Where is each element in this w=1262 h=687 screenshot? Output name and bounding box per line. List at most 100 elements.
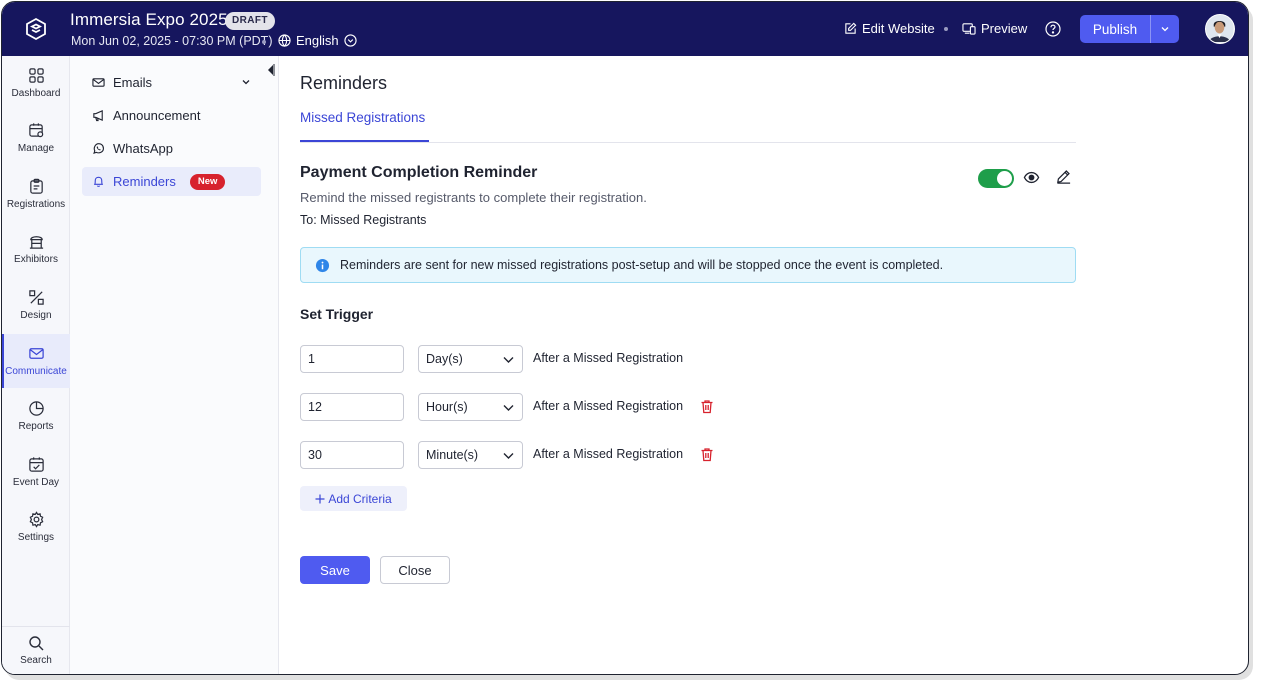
nav-label: Reports (18, 421, 54, 432)
nav-manage[interactable]: Manage (2, 111, 70, 165)
event-date: Mon Jun 02, 2025 - 07:30 PM (PDT) (71, 34, 273, 48)
set-trigger-heading: Set Trigger (300, 306, 374, 322)
app-logo-icon[interactable] (24, 17, 48, 41)
save-button[interactable]: Save (300, 556, 370, 584)
chevron-down-icon (503, 405, 514, 411)
nav-settings[interactable]: Settings (2, 500, 70, 554)
language-select[interactable]: English (278, 33, 357, 48)
nav-communicate[interactable]: Communicate (2, 334, 70, 388)
chevron-down-icon (242, 80, 250, 85)
calendar-gear-icon (28, 123, 43, 138)
chevron-down-icon (503, 453, 514, 459)
trigger-unit-select[interactable]: Day(s) (418, 345, 523, 373)
subnav-item-whatsapp[interactable]: WhatsApp (82, 134, 261, 163)
edit-website-button[interactable]: Edit Website (844, 21, 935, 36)
trigger-label: After a Missed Registration (533, 351, 684, 365)
bell-icon (93, 176, 104, 187)
info-banner: Reminders are sent for new missed regist… (300, 247, 1076, 283)
nav-registrations[interactable]: Registrations (2, 167, 70, 221)
tab-divider (300, 142, 1076, 143)
globe-icon (278, 34, 291, 47)
nav-reports[interactable]: Reports (2, 389, 70, 443)
nav-dashboard[interactable]: Dashboard (2, 56, 70, 110)
preview-button[interactable]: Preview (962, 21, 1027, 36)
user-avatar[interactable] (1205, 14, 1235, 44)
trigger-unit-select[interactable]: Hour(s) (418, 393, 523, 421)
mail-icon (28, 348, 44, 359)
nav-label: Exhibitors (14, 254, 58, 265)
trash-icon[interactable] (700, 447, 714, 462)
trigger-row: 30 Minute(s) After a Missed Registration (300, 441, 740, 469)
sub-nav: Emails Announcement WhatsApp Reminders N… (70, 56, 279, 674)
subnav-label: Announcement (113, 108, 201, 123)
nav-label: Search (20, 655, 52, 666)
pie-chart-icon (28, 401, 44, 416)
nav-design[interactable]: Design (2, 278, 70, 332)
subnav-label: WhatsApp (113, 141, 173, 156)
eye-icon[interactable] (1023, 169, 1040, 186)
trigger-value-input[interactable]: 30 (300, 441, 404, 469)
search-icon (29, 636, 44, 651)
trigger-unit-value: Minute(s) (426, 448, 479, 462)
subnav-label: Reminders (113, 174, 176, 189)
preview-label: Preview (981, 21, 1028, 36)
trigger-row: 1 Day(s) After a Missed Registration (300, 345, 740, 373)
plus-icon (315, 494, 325, 503)
separator-dot (262, 40, 266, 44)
trigger-label: After a Missed Registration (533, 447, 684, 461)
design-tools-icon (28, 290, 44, 305)
info-icon (315, 258, 330, 272)
reminder-title: Payment Completion Reminder (300, 164, 538, 181)
status-badge: DRAFT (225, 12, 275, 30)
left-nav: Dashboard Manage Registrations Exhibitor… (2, 56, 70, 674)
trigger-label: After a Missed Registration (533, 399, 684, 413)
nav-label: Manage (17, 143, 55, 154)
subnav-label: Emails (113, 75, 153, 90)
publish-button[interactable]: Publish (1080, 22, 1150, 37)
trigger-unit-value: Day(s) (426, 352, 463, 366)
tab-missed-registrations[interactable]: Missed Registrations (300, 110, 425, 125)
pencil-icon[interactable] (1055, 168, 1072, 185)
separator-dot (944, 27, 948, 31)
nav-search[interactable]: Search (2, 626, 70, 674)
subnav-item-reminders[interactable]: Reminders New (82, 167, 261, 196)
trigger-value-input[interactable]: 1 (300, 345, 404, 373)
nav-label: Settings (17, 532, 55, 543)
trigger-unit-value: Hour(s) (426, 400, 468, 414)
megaphone-icon (93, 110, 103, 122)
nav-label: Dashboard (11, 88, 61, 99)
edit-icon (845, 22, 857, 34)
reminder-description: Remind the missed registrants to complet… (300, 190, 647, 205)
trash-icon[interactable] (700, 399, 714, 414)
trigger-value-input[interactable]: 12 (300, 393, 404, 421)
grid-icon (28, 68, 44, 83)
collapse-sidebar-icon[interactable] (267, 64, 275, 76)
nav-label: Design (20, 310, 52, 321)
nav-label: Registrations (6, 199, 66, 210)
nav-event-day[interactable]: Event Day (2, 445, 70, 499)
close-button[interactable]: Close (380, 556, 450, 584)
main-content: Reminders Missed Registrations Payment C… (279, 56, 1248, 674)
whatsapp-icon (93, 143, 104, 155)
help-icon[interactable] (1045, 21, 1061, 37)
calendar-check-icon (28, 457, 44, 472)
reminder-enabled-toggle[interactable] (978, 169, 1014, 188)
add-criteria-button[interactable]: Add Criteria (300, 486, 407, 511)
edit-website-label: Edit Website (862, 21, 935, 36)
chevron-down-circle-icon (344, 34, 357, 47)
chevron-down-icon (1161, 27, 1169, 32)
trigger-row: 12 Hour(s) After a Missed Registration (300, 393, 740, 421)
preview-devices-icon (962, 23, 976, 35)
event-title: Immersia Expo 2025 (70, 10, 228, 29)
subnav-item-announcement[interactable]: Announcement (82, 101, 261, 130)
publish-dropdown-button[interactable] (1151, 24, 1179, 34)
mail-icon (92, 78, 105, 87)
booth-icon (29, 236, 43, 249)
clipboard-icon (29, 178, 43, 194)
publish-button-group: Publish (1080, 15, 1179, 43)
language-label: English (296, 33, 339, 48)
subnav-item-emails[interactable]: Emails (82, 68, 261, 97)
chevron-down-icon (503, 357, 514, 363)
trigger-unit-select[interactable]: Minute(s) (418, 441, 523, 469)
nav-exhibitors[interactable]: Exhibitors (2, 222, 70, 276)
